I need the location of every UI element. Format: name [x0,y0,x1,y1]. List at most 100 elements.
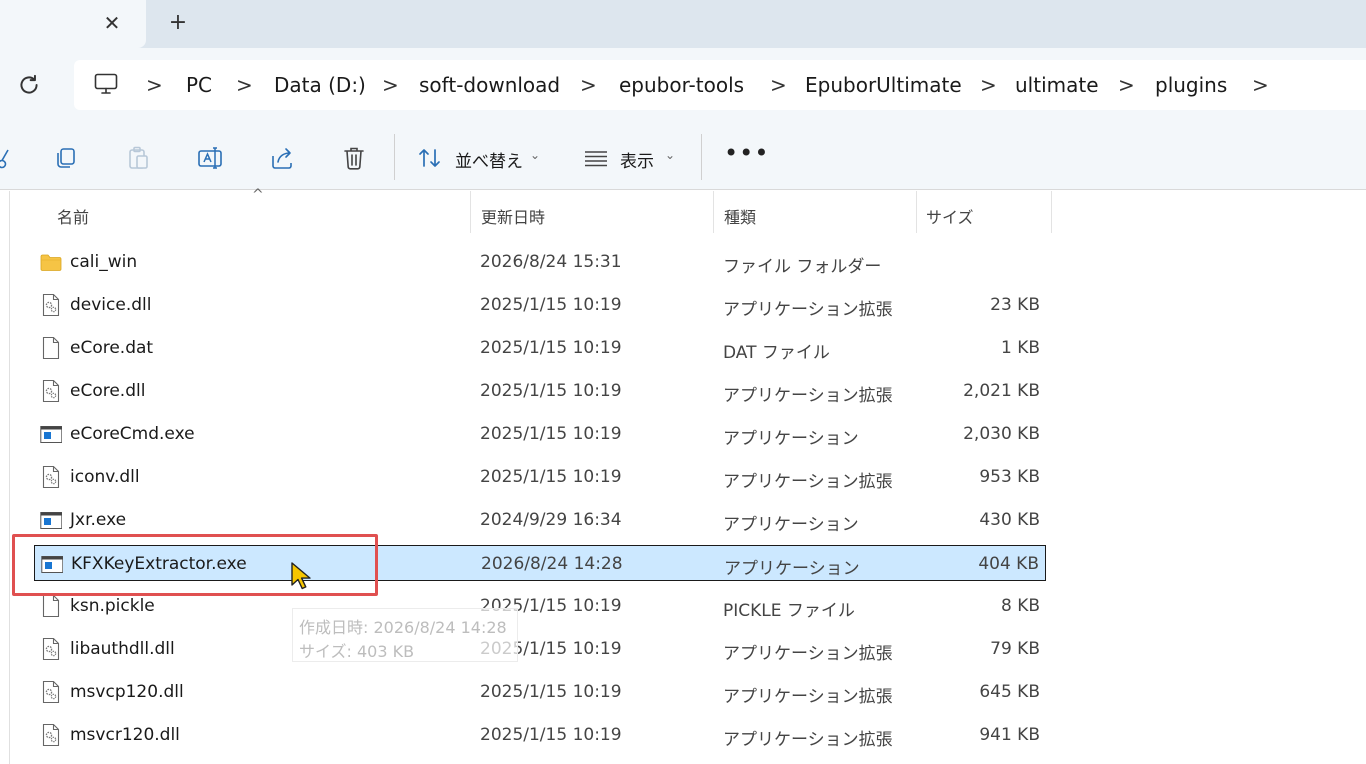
breadcrumb-epuborultimate[interactable]: EpuborUltimate [805,73,962,97]
breadcrumb-separator[interactable]: > [980,73,997,97]
delete-icon[interactable] [340,144,368,172]
refresh-icon[interactable] [16,72,42,98]
file-name: device.dll [70,295,152,315]
breadcrumb-soft-download[interactable]: soft-download [419,73,560,97]
file-type: アプリケーション拡張 [723,644,893,664]
file-tooltip: 作成日時: 2026/8/24 14:28 サイズ: 403 KB [292,608,518,662]
folder-icon [40,254,62,271]
breadcrumb-separator[interactable]: > [770,73,787,97]
paste-icon[interactable] [124,144,152,172]
rename-icon[interactable] [196,144,224,172]
column-divider[interactable] [713,191,714,233]
file-row[interactable]: eCore.dat 2025/1/15 10:19 DAT ファイル 1 KB [34,330,1046,366]
breadcrumb-plugins[interactable]: plugins [1155,73,1227,97]
file-name: ksn.pickle [70,596,155,616]
file-name: eCoreCmd.exe [70,424,195,444]
file-row[interactable]: Jxr.exe 2024/9/29 16:34 アプリケーション 430 KB [34,502,1046,538]
chevron-down-icon[interactable]: ⌄ [665,148,675,162]
exe-file-icon [40,426,62,443]
more-options-icon[interactable]: ••• [724,141,769,165]
file-type: ファイル フォルダー [723,257,882,277]
view-button[interactable]: 表示 [620,147,654,172]
file-type: PICKLE ファイル [723,601,855,621]
file-size: 953 KB [979,467,1040,487]
file-size: 2,030 KB [963,424,1040,444]
close-tab-icon[interactable]: ✕ [100,11,124,35]
file-size: 1 KB [1000,338,1040,358]
breadcrumb-ultimate[interactable]: ultimate [1015,73,1099,97]
column-divider[interactable] [1051,191,1052,233]
file-row[interactable]: msvcr120.dll 2025/1/15 10:19 アプリケーション拡張 941… [34,717,1046,753]
dll-file-icon [42,637,60,661]
column-divider[interactable] [470,191,471,233]
file-date: 2025/1/15 10:19 [480,424,622,444]
file-name: cali_win [70,252,138,272]
breadcrumb-separator[interactable]: > [382,73,399,97]
sort-button[interactable]: 並べ替え [455,147,523,172]
column-header-name[interactable]: 名前 [57,204,89,228]
file-row[interactable]: device.dll 2025/1/15 10:19 アプリケーション拡張 23 KB [34,287,1046,323]
file-name: iconv.dll [70,467,140,487]
file-date: 2025/1/15 10:19 [480,295,622,315]
address-row: > PC > Data (D:) > soft-download > epubo… [0,48,1366,124]
breadcrumb-separator[interactable]: > [1252,73,1269,97]
dll-file-icon [42,465,60,489]
column-header: ^ 名前 更新日時 種類 サイズ [0,187,1366,235]
cut-icon[interactable] [0,144,14,172]
breadcrumb-separator[interactable]: > [146,73,163,97]
file-date: 2026/8/24 15:31 [480,252,622,272]
dll-file-icon [42,723,60,747]
blank-file-icon [42,336,60,360]
dll-file-icon [42,293,60,317]
file-date: 2025/1/15 10:19 [480,381,622,401]
file-name: eCore.dat [70,338,154,358]
breadcrumb-data-drive[interactable]: Data (D:) [274,73,366,97]
file-row[interactable]: cali_win 2026/8/24 15:31 ファイル フォルダー [34,244,1046,280]
column-header-type[interactable]: 種類 [724,204,756,228]
file-type: アプリケーション拡張 [723,687,893,707]
file-type: アプリケーション拡張 [723,730,893,750]
highlight-box [12,534,378,596]
tooltip-size: サイズ: 403 KB [299,642,415,661]
pc-icon[interactable] [94,73,118,95]
file-size: 2,021 KB [963,381,1040,401]
file-size: 941 KB [979,725,1040,745]
column-divider[interactable] [916,191,917,233]
file-date: 2025/1/15 10:19 [480,725,622,745]
file-date: 2025/1/15 10:19 [480,682,622,702]
file-date: 2025/1/15 10:19 [480,467,622,487]
share-icon[interactable] [268,144,296,172]
file-size: 8 KB [1000,596,1040,616]
tab-strip: ✕ + [0,0,1366,48]
file-row[interactable]: msvcp120.dll 2025/1/15 10:19 アプリケーション拡張 645… [34,674,1046,710]
file-type: アプリケーション [723,429,859,449]
toolbar-divider [394,134,395,180]
file-type: アプリケーション拡張 [723,386,893,406]
file-type: アプリケーション [724,559,860,579]
column-header-size[interactable]: サイズ [926,204,974,228]
file-row[interactable]: iconv.dll 2025/1/15 10:19 アプリケーション拡張 953 KB [34,459,1046,495]
address-bar[interactable]: > PC > Data (D:) > soft-download > epubo… [74,60,1366,110]
active-tab[interactable]: ✕ [0,0,146,48]
breadcrumb-separator[interactable]: > [580,73,597,97]
dll-file-icon [42,680,60,704]
breadcrumb-separator[interactable]: > [236,73,253,97]
copy-icon[interactable] [52,144,80,172]
view-icon[interactable] [582,144,610,172]
breadcrumb-epubor-tools[interactable]: epubor-tools [619,73,744,97]
breadcrumb-separator[interactable]: > [1118,73,1135,97]
file-row[interactable]: eCore.dll 2025/1/15 10:19 アプリケーション拡張 2,021 … [34,373,1046,409]
chevron-down-icon[interactable]: ⌄ [530,148,540,162]
sort-icon[interactable] [416,144,444,172]
breadcrumb-pc[interactable]: PC [186,73,212,97]
file-row[interactable]: libauthdll.dll 2025/1/15 10:19 アプリケーション拡張 7… [34,631,1046,667]
new-tab-icon[interactable]: + [166,11,190,35]
file-type: アプリケーション [723,515,859,535]
blank-file-icon [42,594,60,618]
tooltip-created: 作成日時: 2026/8/24 14:28 [299,618,507,637]
command-bar: 並べ替え ⌄ 表示 ⌄ ••• [0,124,1366,190]
file-row[interactable]: eCoreCmd.exe 2025/1/15 10:19 アプリケーション 2,030… [34,416,1046,452]
navigation-pane-edge[interactable] [9,191,10,764]
column-header-date[interactable]: 更新日時 [481,204,545,228]
dll-file-icon [42,379,60,403]
